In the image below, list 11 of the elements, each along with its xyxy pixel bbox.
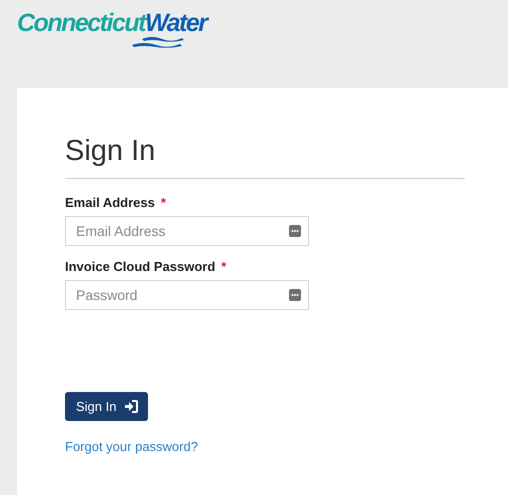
- required-mark: *: [160, 195, 166, 210]
- login-icon: [125, 400, 138, 413]
- logo-wordmark: ConnecticutWater: [17, 8, 206, 38]
- field-label: Email Address: [65, 195, 155, 210]
- input-field[interactable]: Email Address: [65, 216, 309, 246]
- field-label: Invoice Cloud Password: [65, 259, 216, 274]
- required-mark: *: [221, 259, 226, 274]
- input-field[interactable]: Password: [65, 280, 309, 310]
- forgot-password-link[interactable]: Forgot your password?: [65, 439, 198, 454]
- page-title: Sign In: [65, 134, 156, 168]
- sign-in-button[interactable]: Sign In: [65, 392, 148, 421]
